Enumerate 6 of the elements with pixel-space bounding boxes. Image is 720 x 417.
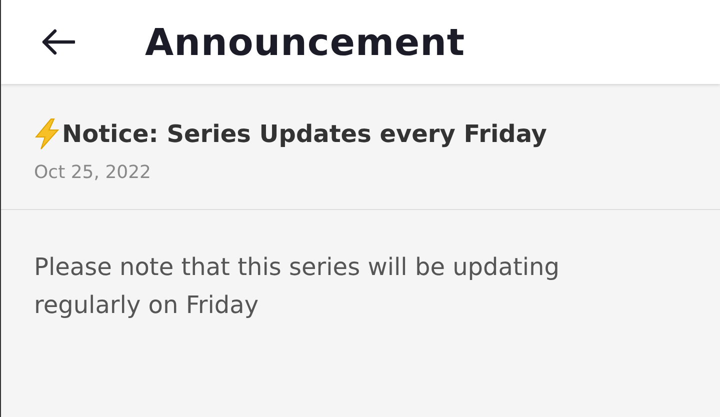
notice-date: Oct 25, 2022 xyxy=(34,162,152,183)
page-title: Announcement xyxy=(145,20,466,64)
notice-title: Notice: Series Updates every Friday xyxy=(62,120,547,148)
back-arrow-icon[interactable] xyxy=(41,29,75,55)
notice-body: Please note that this series will be updating regularly on Friday xyxy=(33,252,561,321)
lightning-icon xyxy=(34,118,60,150)
